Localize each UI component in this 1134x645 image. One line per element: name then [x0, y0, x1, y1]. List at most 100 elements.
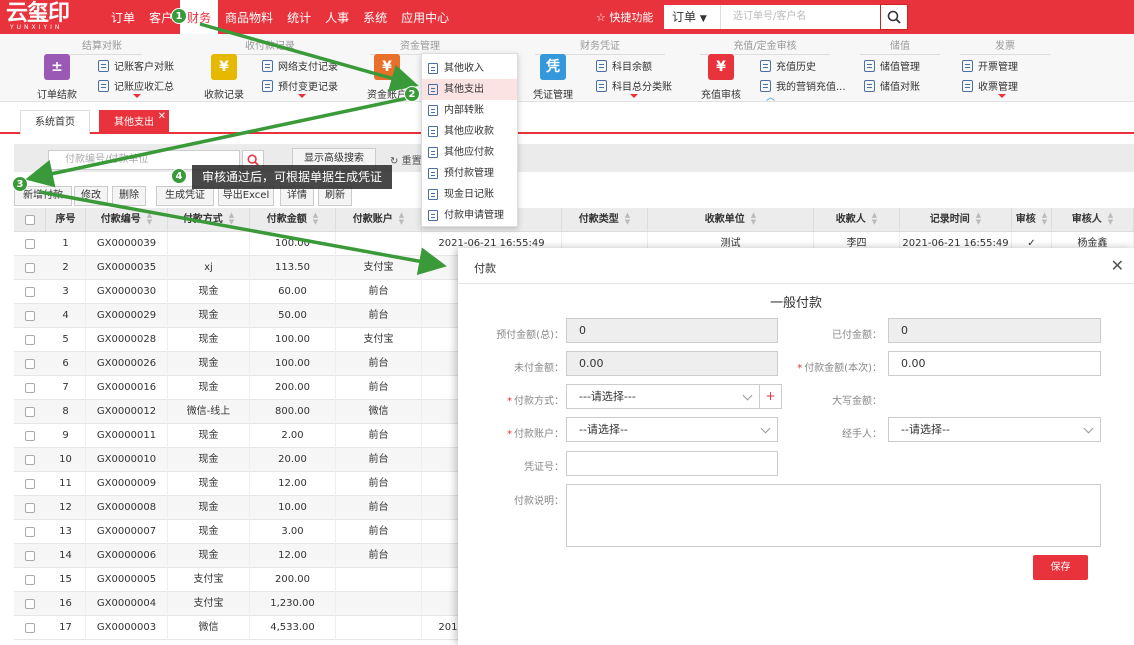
select-all-checkbox[interactable]: [25, 215, 35, 225]
menu-item-other-payable[interactable]: 其他应付款: [422, 142, 517, 163]
sort-icon[interactable]: ▲▼: [1108, 212, 1113, 226]
column-header-payment-no[interactable]: 付款编号 ▲ ▼: [86, 208, 168, 232]
close-icon[interactable]: ✕: [158, 105, 166, 129]
row-checkbox[interactable]: [25, 431, 35, 441]
save-button[interactable]: 保存: [1033, 555, 1088, 580]
voucher-input[interactable]: [566, 451, 778, 476]
subject-balance-button[interactable]: 科目余额: [596, 58, 652, 73]
sort-icon[interactable]: ▲▼: [147, 212, 152, 226]
row-checkbox[interactable]: [25, 479, 35, 489]
close-icon[interactable]: ✕: [1111, 256, 1124, 275]
generate-voucher-button[interactable]: 生成凭证: [156, 186, 214, 206]
row-checkbox[interactable]: [25, 239, 35, 249]
row-checkbox[interactable]: [25, 455, 35, 465]
menu-item-prepayment[interactable]: 预付款管理: [422, 163, 517, 184]
column-header-record-time[interactable]: 记录时间 ▲ ▼: [900, 208, 1012, 232]
sort-icon[interactable]: ▲▼: [1042, 212, 1047, 226]
top-search-input[interactable]: 选订单号/客户名: [720, 5, 880, 29]
stored-value-management-button[interactable]: 储值管理: [864, 58, 920, 73]
tab-other-expense[interactable]: 其他支出 ✕: [99, 110, 169, 134]
column-header-amount[interactable]: 付款金额 ▲ ▼: [250, 208, 336, 232]
menu-item-other-income[interactable]: 其他收入: [422, 58, 517, 79]
row-checkbox[interactable]: [25, 503, 35, 513]
row-checkbox[interactable]: [25, 311, 35, 321]
sort-icon[interactable]: ▲▼: [313, 212, 318, 226]
stored-value-reconcile-button[interactable]: 储值对账: [864, 78, 920, 93]
column-header-account[interactable]: 付款账户 ▲ ▼: [336, 208, 422, 232]
tab-home[interactable]: 系统首页: [20, 110, 90, 134]
add-method-button[interactable]: +: [760, 384, 782, 409]
column-header-receiver[interactable]: 收款人 ▲ ▼: [814, 208, 900, 232]
nav-hr[interactable]: 人事: [318, 0, 356, 34]
details-button[interactable]: 详情: [280, 186, 314, 206]
customer-reconcile-button[interactable]: 记账客户对账: [98, 58, 174, 73]
refresh-button[interactable]: 刷新: [318, 186, 352, 206]
row-checkbox[interactable]: [25, 383, 35, 393]
sort-icon[interactable]: ▲▼: [399, 212, 404, 226]
search-type-dropdown[interactable]: 订单 ▼: [664, 5, 720, 29]
sort-icon[interactable]: ▲▼: [625, 212, 630, 226]
method-select[interactable]: ---请选择---: [566, 384, 760, 409]
delete-button[interactable]: 删除: [112, 186, 146, 206]
row-checkbox[interactable]: [25, 551, 35, 561]
column-header-auditor[interactable]: 审核人 ▲ ▼: [1052, 208, 1134, 232]
column-header-method[interactable]: 付款方式 ▲ ▼: [168, 208, 250, 232]
chevron-down-icon[interactable]: [630, 94, 638, 98]
sort-icon[interactable]: ▲▼: [751, 212, 756, 226]
menu-item-payment-request[interactable]: 付款申请管理: [422, 205, 517, 226]
top-search-button[interactable]: [880, 4, 908, 30]
menu-item-other-expense[interactable]: 其他支出: [422, 79, 517, 100]
chevron-down-icon[interactable]: [998, 94, 1006, 98]
column-header-audit[interactable]: 审核 ▲ ▼: [1012, 208, 1052, 232]
menu-item-cash-journal[interactable]: 现金日记账: [422, 184, 517, 205]
row-checkbox[interactable]: [25, 575, 35, 585]
nav-system[interactable]: 系统: [356, 0, 394, 34]
export-excel-button[interactable]: 导出Excel: [218, 186, 274, 206]
row-checkbox[interactable]: [25, 287, 35, 297]
nav-orders[interactable]: 订单: [104, 0, 142, 34]
column-header-payee[interactable]: 收款单位 ▲ ▼: [648, 208, 814, 232]
recharge-audit-button[interactable]: ¥ 充值审核: [696, 50, 746, 101]
nav-app-center[interactable]: 应用中心: [394, 0, 456, 34]
sort-icon[interactable]: ▲▼: [976, 212, 981, 226]
invoice-management-button[interactable]: 开票管理: [962, 58, 1018, 73]
handler-select[interactable]: --请选择--: [888, 417, 1101, 442]
row-checkbox[interactable]: [25, 263, 35, 273]
menu-item-other-receivable[interactable]: 其他应收款: [422, 121, 517, 142]
prepaid-change-button[interactable]: 预付变更记录: [262, 78, 338, 93]
row-checkbox[interactable]: [25, 359, 35, 369]
row-checkbox[interactable]: [25, 623, 35, 633]
account-select[interactable]: --请选择--: [566, 417, 778, 442]
sort-icon[interactable]: ▲▼: [872, 212, 877, 226]
menu-item-internal-transfer[interactable]: 内部转账: [422, 100, 517, 121]
row-checkbox[interactable]: [25, 527, 35, 537]
column-header-type[interactable]: 付款类型 ▲ ▼: [562, 208, 648, 232]
chevron-down-icon[interactable]: [298, 94, 306, 98]
edit-button[interactable]: 修改: [74, 186, 108, 206]
row-checkbox[interactable]: [25, 599, 35, 609]
receipt-records-button[interactable]: ¥ 收款记录: [199, 50, 249, 101]
order-settlement-button[interactable]: ± 订单结款: [32, 50, 82, 101]
app-logo[interactable]: 云玺印 YUNXIYIN: [6, 2, 86, 32]
nav-products[interactable]: 商品物料: [218, 0, 280, 34]
receipt-invoice-button[interactable]: 收票管理: [962, 78, 1018, 93]
receivable-summary-button[interactable]: 记账应收汇总: [98, 78, 174, 93]
recharge-history-button[interactable]: 充值历史: [760, 58, 816, 73]
document-icon: [596, 79, 607, 92]
online-payment-button[interactable]: 网络支付记录: [262, 58, 338, 73]
row-checkbox[interactable]: [25, 407, 35, 417]
note-textarea[interactable]: [566, 484, 1101, 547]
quick-functions-link[interactable]: ☆ 快捷功能: [596, 9, 653, 25]
reset-button[interactable]: ↻ 重置: [390, 152, 422, 167]
voucher-management-button[interactable]: 凭 凭证管理: [528, 50, 578, 101]
cell-account: 前台: [336, 352, 422, 376]
column-header-index[interactable]: 序号: [46, 208, 86, 232]
row-checkbox[interactable]: [25, 335, 35, 345]
cell-amount: 12.00: [250, 472, 336, 496]
recharge-user-icon: ¥: [708, 54, 734, 80]
amount-input[interactable]: 0.00: [888, 351, 1101, 376]
nav-statistics[interactable]: 统计: [280, 0, 318, 34]
chevron-down-icon[interactable]: [133, 94, 141, 98]
subject-ledger-button[interactable]: 科目总分类账: [596, 78, 672, 93]
sort-icon[interactable]: ▲▼: [229, 212, 234, 226]
